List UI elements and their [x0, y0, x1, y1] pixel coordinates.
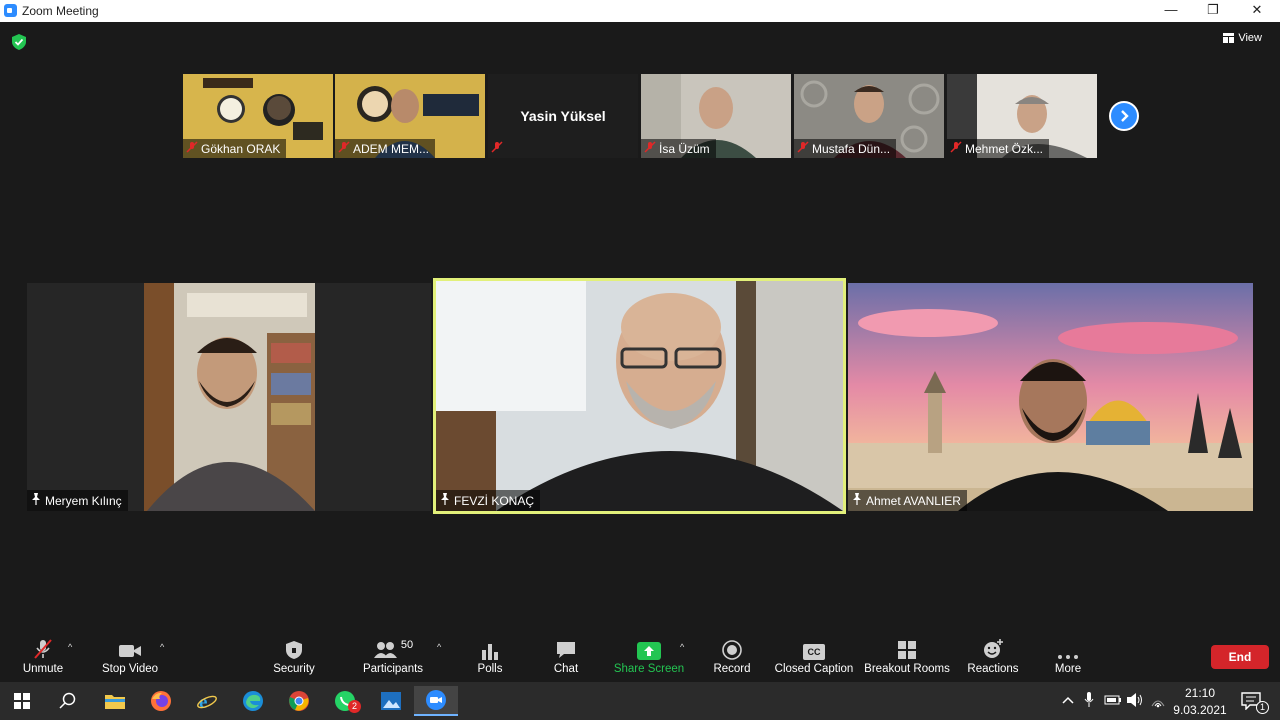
- shield-icon: [286, 641, 302, 659]
- participants-icon: [373, 642, 397, 658]
- volume-icon[interactable]: [1126, 692, 1144, 711]
- breakout-rooms-button[interactable]: Breakout Rooms: [864, 634, 950, 682]
- whatsapp-icon[interactable]: 2: [323, 686, 367, 716]
- muted-mic-icon: [644, 141, 656, 156]
- view-label: View: [1238, 32, 1262, 44]
- chrome-icon[interactable]: [277, 686, 321, 716]
- muted-mic-icon: [491, 141, 503, 156]
- meeting-toolbar: Unmute ^ Stop Video ^ Security 50 Partic…: [0, 634, 1280, 682]
- shield-icon[interactable]: [12, 34, 26, 55]
- participant-name: Meryem Kılınç: [27, 490, 128, 511]
- whatsapp-badge: 2: [348, 700, 361, 713]
- muted-mic-icon: [34, 639, 52, 659]
- participant-name: İsa Üzüm: [641, 139, 716, 158]
- participant-name: Gökhan ORAK: [183, 139, 287, 158]
- polls-button[interactable]: Polls: [470, 634, 510, 682]
- security-button[interactable]: Security: [266, 634, 322, 682]
- clock[interactable]: 21:10 9.03.2021: [1168, 682, 1232, 720]
- grid-icon: [1223, 33, 1235, 43]
- zoom-logo-icon: [4, 4, 17, 17]
- record-button[interactable]: Record: [710, 634, 754, 682]
- windows-taskbar: e 2 21:10 9.03.2021 1: [0, 682, 1280, 720]
- participant-video: [848, 283, 1253, 511]
- participants-count: 50: [400, 639, 414, 651]
- share-screen-button[interactable]: Share Screen: [612, 634, 686, 682]
- record-icon: [722, 640, 742, 660]
- participant-name: [488, 139, 509, 158]
- window-title: Zoom Meeting: [22, 4, 99, 18]
- participant-video: [27, 283, 431, 511]
- muted-mic-icon: [338, 141, 350, 156]
- chat-button[interactable]: Chat: [548, 634, 584, 682]
- smiley-add-icon: [984, 639, 1003, 658]
- chevron-right-icon: [1121, 110, 1129, 122]
- muted-mic-icon: [186, 141, 198, 156]
- end-meeting-button[interactable]: End: [1211, 645, 1269, 669]
- video-camera-icon: [119, 645, 141, 657]
- participant-name: Ahmet AVANLIER: [848, 490, 967, 511]
- strip-tile[interactable]: ADEM MEM...: [335, 74, 485, 158]
- strip-tile[interactable]: Mehmet Özk...: [947, 74, 1097, 158]
- meeting-stage: View Gökhan ORAK ADEM MEM... Yasin Yükse…: [0, 22, 1280, 634]
- audio-options-caret[interactable]: ^: [68, 642, 72, 652]
- firefox-icon[interactable]: [139, 686, 183, 716]
- clock-time: 21:10: [1184, 686, 1216, 700]
- window-titlebar: Zoom Meeting — ❐ ✕: [0, 0, 1280, 22]
- share-screen-icon: [637, 642, 661, 660]
- poll-chart-icon: [482, 644, 498, 660]
- strip-tile[interactable]: İsa Üzüm: [641, 74, 791, 158]
- chat-bubble-icon: [557, 642, 575, 658]
- main-tile[interactable]: Meryem Kılınç: [27, 283, 431, 511]
- next-page-button[interactable]: [1109, 101, 1139, 131]
- wifi-icon[interactable]: [1150, 694, 1166, 711]
- minimize-button[interactable]: —: [1150, 0, 1192, 22]
- strip-tile[interactable]: Mustafa Dün...: [794, 74, 944, 158]
- video-options-caret[interactable]: ^: [160, 642, 164, 652]
- battery-icon[interactable]: [1104, 694, 1122, 709]
- internet-explorer-icon[interactable]: e: [185, 686, 229, 716]
- pin-icon: [440, 493, 450, 508]
- system-tray: [1060, 682, 1166, 720]
- view-button[interactable]: View: [1223, 32, 1262, 44]
- windows-start-icon[interactable]: [0, 686, 44, 716]
- participant-name: Mehmet Özk...: [947, 139, 1050, 158]
- more-dots-icon: [1058, 655, 1078, 659]
- participant-name: Mustafa Dün...: [794, 139, 897, 158]
- participants-options-caret[interactable]: ^: [437, 642, 441, 652]
- participant-name-center: Yasin Yüksel: [520, 108, 606, 124]
- closed-caption-button[interactable]: CC Closed Caption: [774, 634, 854, 682]
- active-speaker-tile[interactable]: FEVZİ KONAÇ: [433, 278, 846, 514]
- pin-icon: [852, 493, 862, 508]
- file-explorer-icon[interactable]: [93, 686, 137, 716]
- share-options-caret[interactable]: ^: [680, 642, 684, 652]
- stop-video-button[interactable]: Stop Video: [98, 634, 162, 682]
- restore-button[interactable]: ❐: [1192, 0, 1234, 22]
- strip-tile[interactable]: Yasin Yüksel: [488, 74, 638, 158]
- strip-tile[interactable]: Gökhan ORAK: [183, 74, 333, 158]
- clock-date: 9.03.2021: [1173, 703, 1227, 717]
- participant-name: FEVZİ KONAÇ: [436, 490, 541, 511]
- muted-mic-icon: [797, 141, 809, 156]
- pin-icon: [31, 493, 41, 508]
- main-tile[interactable]: Ahmet AVANLIER: [848, 283, 1253, 511]
- participants-button[interactable]: 50 Participants: [358, 634, 428, 682]
- close-button[interactable]: ✕: [1236, 0, 1278, 22]
- unmute-button[interactable]: Unmute: [14, 634, 72, 682]
- microphone-tray-icon[interactable]: [1084, 692, 1094, 711]
- notification-center-icon[interactable]: 1: [1232, 686, 1270, 716]
- cc-icon: CC: [803, 644, 825, 660]
- reactions-button[interactable]: Reactions: [964, 634, 1022, 682]
- more-button[interactable]: More: [1050, 634, 1086, 682]
- muted-mic-icon: [950, 141, 962, 156]
- edge-icon[interactable]: [231, 686, 275, 716]
- search-icon[interactable]: [46, 686, 90, 716]
- breakout-rooms-icon: [898, 641, 916, 659]
- chevron-up-icon[interactable]: [1062, 694, 1074, 708]
- participant-video: [436, 281, 843, 511]
- participant-name: ADEM MEM...: [335, 139, 436, 158]
- zoom-taskbar-icon[interactable]: [414, 686, 458, 716]
- photos-icon[interactable]: [369, 686, 413, 716]
- notification-count: 1: [1256, 701, 1269, 714]
